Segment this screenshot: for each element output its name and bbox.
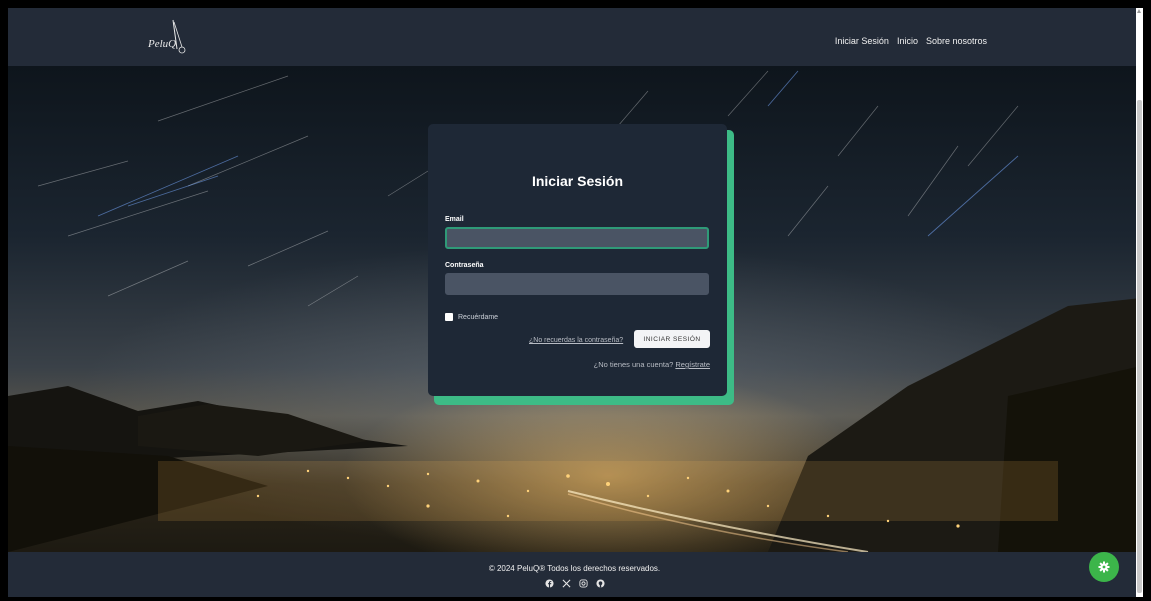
password-field[interactable] bbox=[445, 273, 709, 295]
gear-icon bbox=[1098, 561, 1110, 573]
nav-link-home[interactable]: Inicio bbox=[897, 36, 918, 46]
logo[interactable]: PeluQ bbox=[148, 18, 188, 60]
remember-label: Recuérdame bbox=[458, 313, 499, 321]
site-footer: © 2024 PeluQ® Todos los derechos reserva… bbox=[8, 552, 1141, 597]
remember-me[interactable]: Recuérdame bbox=[445, 313, 498, 321]
page-scrollbar[interactable] bbox=[1136, 8, 1143, 597]
main-nav: Iniciar Sesión Inicio Sobre nosotros bbox=[835, 36, 987, 46]
copyright-text: © 2024 PeluQ® Todos los derechos reserva… bbox=[488, 564, 661, 573]
remember-checkbox[interactable] bbox=[445, 313, 453, 321]
social-links bbox=[8, 579, 1141, 588]
github-icon[interactable] bbox=[595, 579, 605, 588]
scroll-up-arrow-icon[interactable] bbox=[1137, 9, 1141, 13]
instagram-icon[interactable] bbox=[578, 579, 588, 588]
email-label: Email bbox=[445, 216, 464, 223]
app-window: PeluQ Iniciar Sesión Inicio Sobre nosotr… bbox=[8, 8, 1143, 597]
signup-prompt: ¿No tienes una cuenta? Regístrate bbox=[594, 360, 710, 369]
facebook-icon[interactable] bbox=[544, 579, 554, 588]
logo-text: PeluQ bbox=[148, 38, 177, 50]
login-submit-button[interactable]: INICIAR SESIÓN bbox=[634, 330, 710, 348]
x-icon[interactable] bbox=[562, 579, 571, 588]
login-title: Iniciar Sesión bbox=[531, 173, 624, 189]
forgot-password-link[interactable]: ¿No recuerdas la contraseña? bbox=[529, 337, 623, 344]
signup-link[interactable]: Regístrate bbox=[675, 360, 710, 369]
site-header: PeluQ Iniciar Sesión Inicio Sobre nosotr… bbox=[8, 8, 1141, 66]
settings-button[interactable] bbox=[1089, 552, 1119, 582]
login-card: Iniciar Sesión Email Contraseña Recuérda… bbox=[428, 124, 727, 396]
email-field[interactable] bbox=[445, 227, 709, 249]
nav-link-about[interactable]: Sobre nosotros bbox=[926, 36, 987, 46]
scrollbar-thumb[interactable] bbox=[1137, 100, 1142, 593]
password-label: Contraseña bbox=[445, 262, 484, 269]
nav-link-login[interactable]: Iniciar Sesión bbox=[835, 36, 889, 46]
signup-prompt-text: ¿No tienes una cuenta? bbox=[593, 360, 674, 369]
